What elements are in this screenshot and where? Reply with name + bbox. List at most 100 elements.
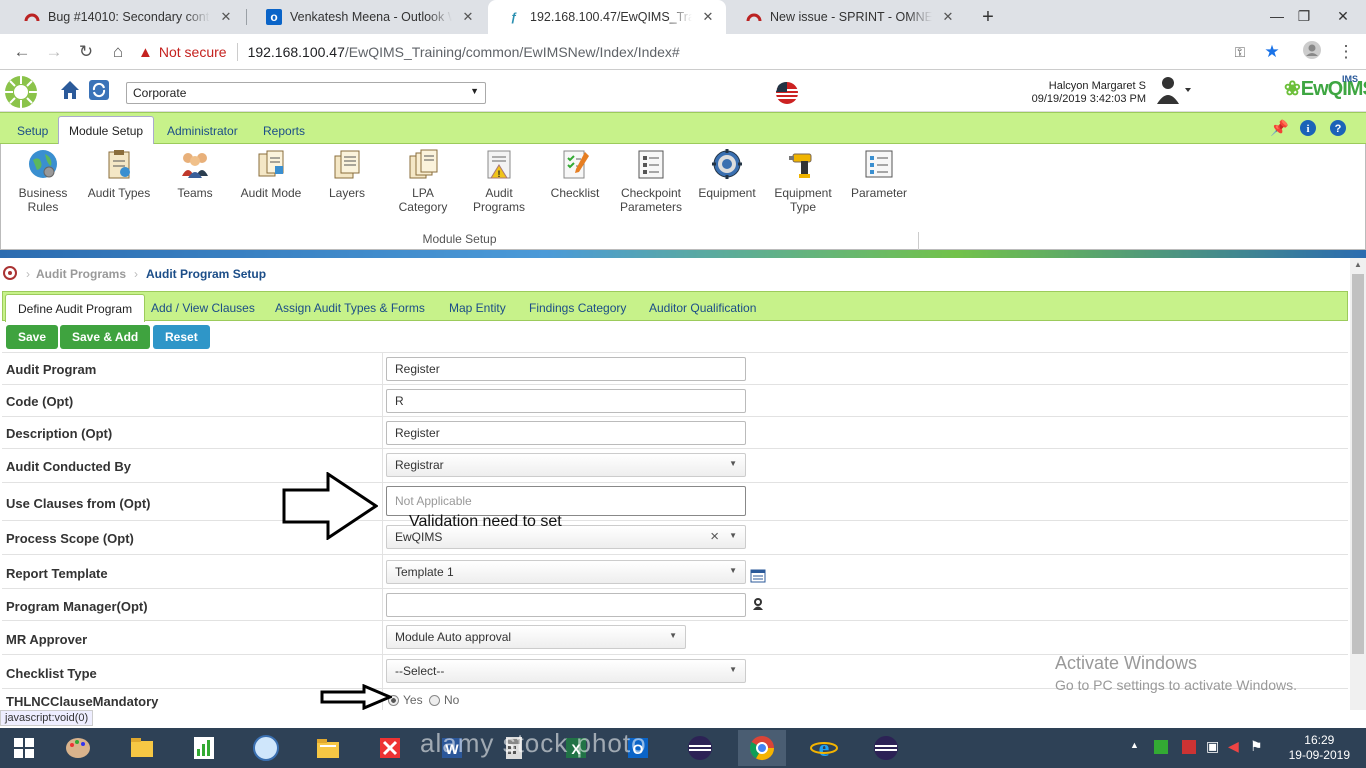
back-icon[interactable]: ← bbox=[10, 40, 34, 64]
ribbon-equipment[interactable]: Equipment bbox=[692, 148, 762, 200]
ribbon-audit-types[interactable]: Audit Types bbox=[84, 148, 154, 200]
save-and-add-button[interactable]: Save & Add bbox=[60, 325, 151, 349]
user-avatar-icon[interactable] bbox=[1154, 74, 1194, 106]
home-icon[interactable]: ⌂ bbox=[106, 40, 130, 64]
tab-administrator[interactable]: Administrator bbox=[156, 116, 249, 145]
ribbon-audit-programs[interactable]: ! Audit Programs bbox=[464, 148, 534, 214]
browser-tab-bug[interactable]: Bug #14010: Secondary contact p ✕ bbox=[6, 0, 244, 34]
breadcrumb-home-icon[interactable] bbox=[2, 265, 20, 283]
browser-tab-outlook[interactable]: o Venkatesh Meena - Outlook Web ✕ bbox=[248, 0, 486, 34]
thlnc-no-radio[interactable]: No bbox=[429, 693, 459, 707]
ribbon-checkpoint-parameters[interactable]: Checkpoint Parameters bbox=[616, 148, 686, 214]
template-preview-icon[interactable] bbox=[750, 569, 766, 583]
user-lookup-icon[interactable] bbox=[752, 597, 764, 611]
tray-expand-icon[interactable]: ▲ bbox=[1130, 740, 1139, 750]
tab-reports[interactable]: Reports bbox=[252, 116, 316, 145]
breadcrumb-audit-programs[interactable]: Audit Programs bbox=[36, 267, 126, 281]
clock[interactable]: 16:29 19-09-2019 bbox=[1289, 733, 1350, 763]
us-flag-icon[interactable] bbox=[774, 81, 800, 105]
tab-findings-category[interactable]: Findings Category bbox=[517, 294, 638, 322]
tab-assign-audit-types[interactable]: Assign Audit Types & Forms bbox=[263, 294, 437, 322]
profile-icon[interactable] bbox=[1300, 40, 1324, 64]
save-button[interactable]: Save bbox=[6, 325, 59, 349]
star-icon[interactable]: ★ bbox=[1260, 40, 1284, 64]
svg-text:i: i bbox=[1306, 123, 1309, 135]
url-host: 192.168.100.47 bbox=[247, 44, 345, 60]
browser-tab-ewqims[interactable]: ƒ 192.168.100.47/EwQIMS_Training ✕ bbox=[488, 0, 726, 34]
breadcrumb-current: Audit Program Setup bbox=[146, 267, 267, 281]
info-icon[interactable]: i bbox=[1299, 119, 1317, 137]
windows-start-icon[interactable] bbox=[0, 730, 48, 766]
browser-tab-new-issue[interactable]: New issue - SPRINT - OMNEX ISS ✕ bbox=[728, 0, 966, 34]
eclipse-icon[interactable] bbox=[676, 730, 724, 766]
description-input[interactable]: Register bbox=[386, 421, 746, 445]
reload-icon[interactable]: ↻ bbox=[74, 40, 98, 64]
tab-map-entity[interactable]: Map Entity bbox=[437, 294, 518, 322]
tab-define-audit-program[interactable]: Define Audit Program bbox=[5, 294, 146, 322]
ie-icon[interactable]: e bbox=[800, 730, 848, 766]
conducted-by-value: Registrar bbox=[395, 458, 444, 472]
close-icon[interactable]: ✕ bbox=[940, 9, 956, 25]
paint-icon[interactable] bbox=[54, 730, 102, 766]
help-icon[interactable]: ? bbox=[1329, 119, 1347, 137]
location-select[interactable]: Corporate ▼ bbox=[126, 82, 486, 104]
not-secure-label[interactable]: Not secure bbox=[159, 44, 227, 60]
report-template-select[interactable]: Template 1 ▼ bbox=[386, 560, 746, 584]
scroll-up-icon[interactable]: ▲ bbox=[1354, 260, 1362, 269]
forward-icon[interactable]: → bbox=[42, 40, 66, 64]
ribbon-parameter[interactable]: Parameter bbox=[844, 148, 914, 200]
mr-approver-select[interactable]: Module Auto approval ▼ bbox=[386, 625, 686, 649]
code-input[interactable]: R bbox=[386, 389, 746, 413]
field-label: MR Approver bbox=[6, 632, 88, 647]
file-explorer-icon[interactable] bbox=[118, 730, 166, 766]
use-clauses-input[interactable]: Not Applicable bbox=[386, 486, 746, 516]
tab-auditor-qualification[interactable]: Auditor Qualification bbox=[637, 294, 768, 322]
ribbon-audit-mode[interactable]: Audit Mode bbox=[236, 148, 306, 200]
tab-module-setup[interactable]: Module Setup bbox=[58, 116, 155, 145]
status-link-text: javascript:void(0) bbox=[0, 710, 94, 726]
documents-icon bbox=[258, 150, 284, 177]
close-icon[interactable]: ✕ bbox=[218, 9, 234, 25]
ribbon-lpa-category[interactable]: LPA Category bbox=[388, 148, 458, 214]
tab-title: Venkatesh Meena - Outlook Web bbox=[290, 10, 452, 24]
menu-icon[interactable]: ⋮ bbox=[1334, 40, 1358, 64]
flag-icon[interactable]: ⚑ bbox=[1250, 738, 1263, 755]
tool-icon[interactable] bbox=[366, 730, 414, 766]
tray-app-icon[interactable] bbox=[1154, 740, 1168, 754]
new-tab-button[interactable]: + bbox=[977, 6, 999, 29]
url-field[interactable]: ▲ Not secure 192.168.100.47/EwQIMS_Train… bbox=[138, 38, 1288, 66]
ribbon-teams[interactable]: Teams bbox=[160, 148, 230, 200]
vertical-scrollbar[interactable]: ▲ ▼ bbox=[1350, 258, 1366, 726]
tray-tool-icon[interactable] bbox=[1182, 740, 1196, 754]
conducted-by-select[interactable]: Registrar ▼ bbox=[386, 453, 746, 477]
checklist-type-select[interactable]: --Select-- ▼ bbox=[386, 659, 746, 683]
chart-app-icon[interactable] bbox=[180, 730, 228, 766]
network-icon[interactable]: ▣ bbox=[1206, 738, 1219, 755]
ribbon-checklist[interactable]: Checklist bbox=[540, 148, 610, 200]
close-icon[interactable]: ✕ bbox=[460, 9, 476, 25]
volume-muted-icon[interactable]: ◀ bbox=[1228, 738, 1239, 755]
pin-icon[interactable]: 📌 bbox=[1270, 119, 1289, 137]
reset-button[interactable]: Reset bbox=[153, 325, 210, 349]
ribbon-layers[interactable]: Layers bbox=[312, 148, 382, 200]
key-icon[interactable]: ⚿ bbox=[1228, 40, 1252, 64]
safari-icon[interactable] bbox=[242, 730, 290, 766]
tab-setup[interactable]: Setup bbox=[6, 116, 59, 145]
folder-icon[interactable] bbox=[304, 730, 352, 766]
thlnc-yes-radio[interactable]: Yes bbox=[388, 693, 423, 707]
ribbon-equipment-type[interactable]: Equipment Type bbox=[768, 148, 838, 214]
ribbon-business-rules[interactable]: Business Rules bbox=[8, 148, 78, 214]
tab-add-view-clauses[interactable]: Add / View Clauses bbox=[139, 294, 267, 322]
close-icon[interactable]: ✕ bbox=[700, 9, 716, 25]
scroll-thumb[interactable] bbox=[1352, 274, 1364, 654]
program-manager-input[interactable] bbox=[386, 593, 746, 617]
refresh-icon[interactable] bbox=[88, 79, 110, 101]
ewqims-logo: ❀EwQIMS IMS bbox=[1284, 74, 1366, 100]
eclipse-icon[interactable] bbox=[862, 730, 910, 766]
close-window-icon[interactable]: ✕ bbox=[1320, 2, 1366, 30]
clear-icon[interactable]: × bbox=[710, 528, 719, 545]
home-icon[interactable] bbox=[58, 78, 82, 102]
app-logo-icon[interactable] bbox=[2, 74, 40, 110]
chrome-icon[interactable] bbox=[738, 730, 786, 766]
audit-program-input[interactable]: Register bbox=[386, 357, 746, 381]
